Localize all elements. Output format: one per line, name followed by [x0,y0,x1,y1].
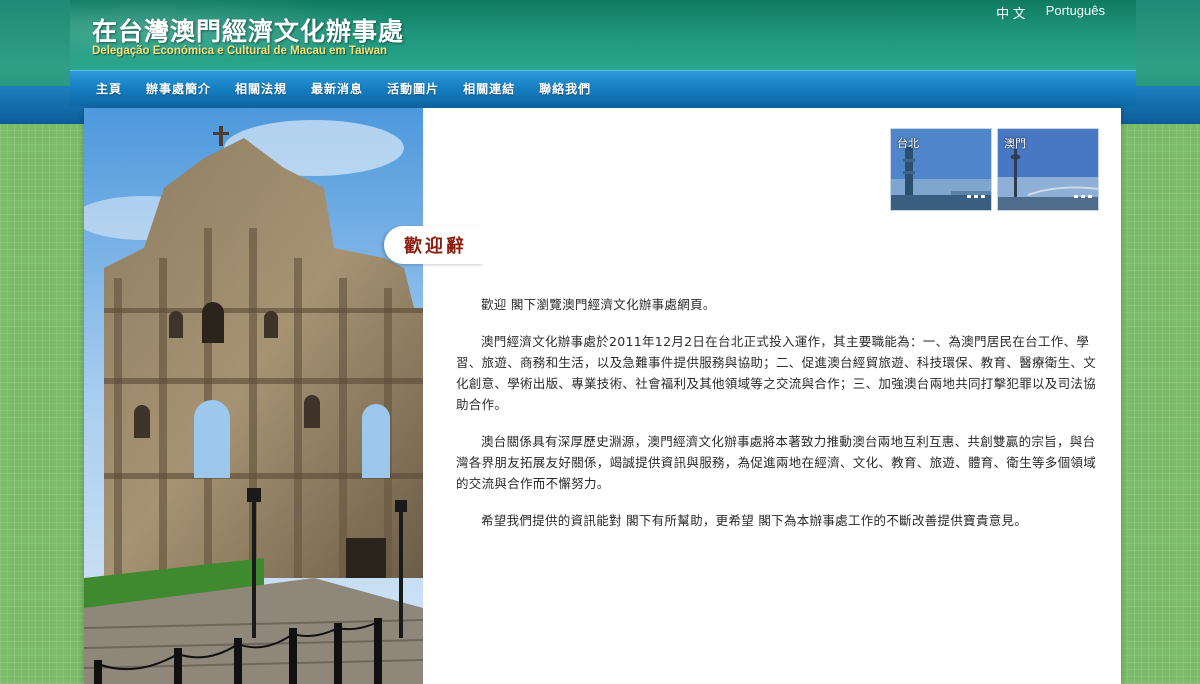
taipei-label: 台北 [897,137,919,150]
thumbnail-dots-icon [967,195,985,198]
site-header: 在台灣澳門經濟文化辦事處 Delegação Económica e Cultu… [70,0,1136,70]
welcome-heading: 歡迎辭 [384,226,484,264]
language-switcher: 中 文 Português [996,3,1105,22]
taipei-thumbnail[interactable]: 台北 [890,128,992,211]
macau-thumbnail[interactable]: 澳門 [997,128,1099,211]
main-content: 歡迎辭 台北 澳門 歡迎 閣下瀏覽澳門經濟文化辦事處網頁。 澳門經濟文化辦事處於… [84,108,1121,684]
nav-home[interactable]: 主頁 [96,80,122,97]
welcome-text: 歡迎 閣下瀏覽澳門經濟文化辦事處網頁。 澳門經濟文化辦事處於2011年12月2日… [456,294,1096,547]
site-subtitle: Delegação Económica e Cultural de Macau … [92,45,388,57]
nav-links[interactable]: 相關連結 [463,80,515,97]
nav-about[interactable]: 辦事處簡介 [146,80,211,97]
site-title[interactable]: 在台灣澳門經濟文化辦事處 [92,12,404,48]
lang-chinese-link[interactable]: 中 文 [996,3,1026,22]
ruins-of-st-paul-image [84,108,423,684]
welcome-paragraph-4: 希望我們提供的資訊能對 閣下有所幫助，更希望 閣下為本辦事處工作的不斷改善提供寶… [481,513,1028,528]
thumbnail-dots-icon [1074,195,1092,198]
nav-regulations[interactable]: 相關法規 [235,80,287,97]
nav-contact[interactable]: 聯絡我們 [539,80,591,97]
welcome-paragraph-1: 歡迎 閣下瀏覽澳門經濟文化辦事處網頁。 [481,297,716,312]
lang-portuguese-link[interactable]: Português [1046,3,1105,22]
nav-news[interactable]: 最新消息 [311,80,363,97]
main-nav: 主頁 辦事處簡介 相關法規 最新消息 活動圖片 相關連結 聯絡我們 [70,70,1136,106]
welcome-paragraph-3: 澳台關係具有深厚歷史淵源，澳門經濟文化辦事處將本著致力推動澳台兩地互利互惠、共創… [456,434,1097,491]
macau-label: 澳門 [1004,137,1026,150]
welcome-paragraph-2: 澳門經濟文化辦事處於2011年12月2日在台北正式投入運作，其主要職能為：一、為… [456,334,1097,412]
nav-gallery[interactable]: 活動圖片 [387,80,439,97]
